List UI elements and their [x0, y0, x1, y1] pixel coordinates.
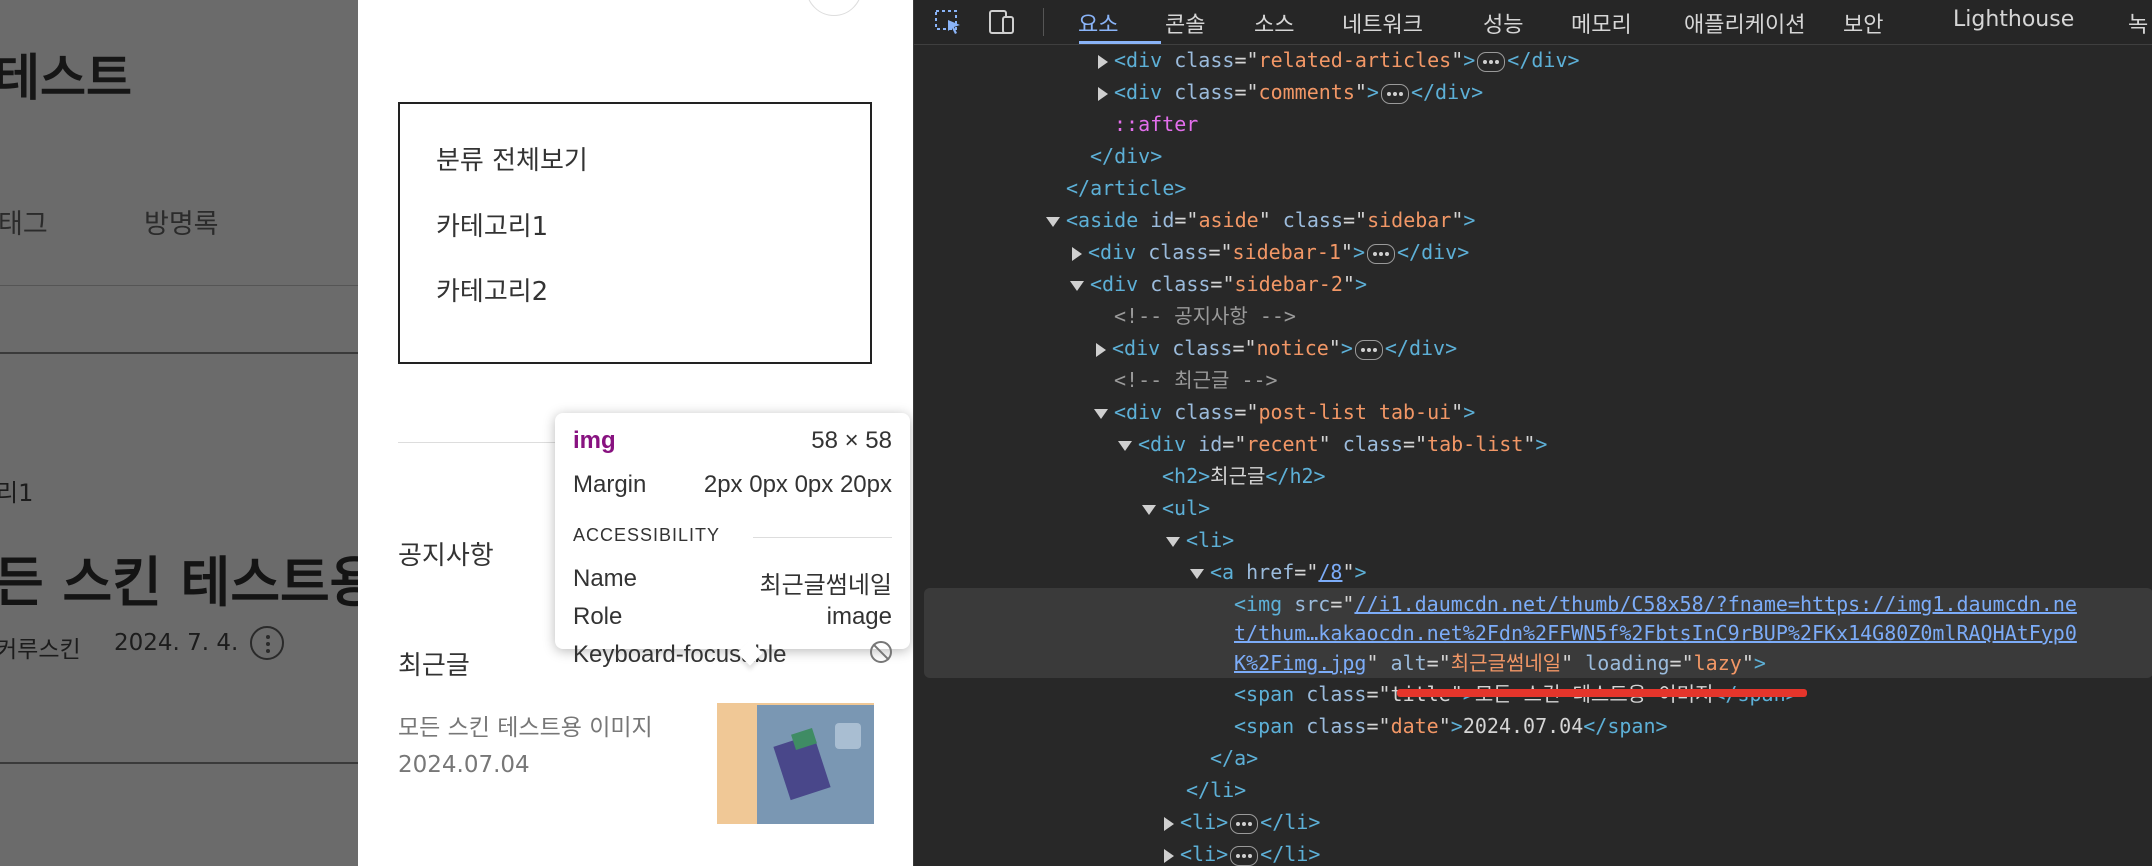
- divider: [0, 762, 358, 764]
- tab-security[interactable]: 보안: [1843, 7, 1883, 39]
- dom-node[interactable]: </div>: [1090, 140, 1162, 172]
- thumbnail-image: [757, 705, 874, 824]
- dom-node[interactable]: <div class="sidebar-1"> </div>: [1072, 236, 1469, 268]
- dom-node[interactable]: <div class="notice"> </div>: [1096, 332, 1457, 364]
- dom-node[interactable]: <div id="recent" class="tab-list">: [1118, 428, 1547, 460]
- not-allowed-icon: [870, 641, 892, 663]
- tooltip-role-value: image: [826, 603, 892, 630]
- notice-label: 공지사항: [398, 541, 494, 571]
- device-toolbar-icon[interactable]: [986, 8, 1016, 36]
- tab-application[interactable]: 애플리케이션: [1684, 7, 1805, 39]
- search-icon[interactable]: [806, 0, 862, 16]
- tab-memory[interactable]: 메모리: [1571, 7, 1632, 39]
- tooltip-name-value: 최근글썸네일: [759, 572, 892, 599]
- category-box: 분류 전체보기 카테고리1 카테고리2: [398, 102, 872, 364]
- dom-node[interactable]: <li>: [1166, 524, 1234, 556]
- tooltip-accessibility-header: ACCESSIBILITY: [573, 525, 721, 545]
- post-date: 2024. 7. 4.: [114, 630, 239, 656]
- dom-node[interactable]: </a>: [1210, 742, 1258, 774]
- category-all[interactable]: 분류 전체보기: [436, 140, 588, 177]
- dom-node[interactable]: <div class="related-articles"> </div>: [1098, 44, 1580, 76]
- category-2[interactable]: 카테고리2: [436, 271, 548, 308]
- dom-node-selected-cont[interactable]: K%2Fimg.jpg" alt="최근글썸네일" loading="lazy"…: [1234, 647, 1766, 679]
- nav-tag[interactable]: 태그: [0, 202, 48, 241]
- dom-node[interactable]: <a href="/8">: [1190, 556, 1367, 588]
- dom-node[interactable]: <aside id="aside" class="sidebar">: [1046, 204, 1475, 236]
- tab-console[interactable]: 콘솔: [1165, 7, 1205, 39]
- divider: [0, 285, 358, 286]
- blog-title: 테스트: [0, 49, 132, 107]
- tooltip-size: 58 × 58: [811, 427, 892, 454]
- category-1[interactable]: 카테고리1: [436, 206, 548, 243]
- tab-performance[interactable]: 성능: [1483, 7, 1523, 39]
- post-author: 커루스킨: [0, 637, 81, 663]
- dom-node[interactable]: ::after: [1114, 108, 1198, 140]
- recent-label: 최근글: [398, 651, 470, 681]
- devtools-tab-bar: 요소 콘솔 소스 네트워크 성능 메모리 애플리케이션 보안 Lighthous…: [914, 0, 2152, 45]
- blog-page-overlay: 테스트 태그 방명록 리1 든 스킨 테스트용 커루스킨 2024. 7. 4.: [0, 0, 358, 866]
- tab-network[interactable]: 네트워크: [1342, 7, 1423, 39]
- dom-node[interactable]: <div class="sidebar-2">: [1070, 268, 1367, 300]
- divider: [753, 537, 892, 538]
- dom-node[interactable]: <div class="post-list tab-ui">: [1094, 396, 1475, 428]
- nav-guestbook[interactable]: 방명록: [144, 202, 219, 241]
- tooltip-margin-value: 2px 0px 0px 20px: [703, 471, 892, 498]
- dom-comment[interactable]: <!-- 공지사항 -->: [1114, 300, 1296, 332]
- annotation-underline: [1397, 689, 1807, 697]
- dom-node[interactable]: </li>: [1186, 774, 1246, 806]
- divider: [398, 442, 568, 443]
- dom-node[interactable]: </article>: [1066, 172, 1186, 204]
- recent-post-thumbnail[interactable]: [717, 703, 874, 824]
- tab-elements[interactable]: 요소: [1078, 7, 1118, 39]
- post-category[interactable]: 리1: [0, 473, 33, 508]
- dom-node[interactable]: <li> </li>: [1164, 806, 1320, 838]
- dom-node[interactable]: <li> </li>: [1164, 838, 1320, 866]
- dom-comment[interactable]: <!-- 최근글 -->: [1114, 364, 1278, 396]
- dom-node[interactable]: <ul>: [1142, 492, 1210, 524]
- dom-node[interactable]: <span class="date">2024.07.04</span>: [1234, 710, 1668, 742]
- dom-node[interactable]: <h2>최근글</h2>: [1162, 460, 1326, 492]
- tooltip-tag: img: [573, 427, 616, 454]
- select-element-icon[interactable]: [934, 8, 964, 36]
- dom-node-selected[interactable]: <img src="//i1.daumcdn.net/thumb/C58x58/…: [1234, 588, 2077, 620]
- recent-post-title[interactable]: 모든 스킨 테스트용 이미지: [398, 708, 653, 742]
- devtools-panel: 요소 콘솔 소스 네트워크 성능 메모리 애플리케이션 보안 Lighthous…: [913, 0, 2152, 866]
- divider: [0, 352, 358, 354]
- recent-post-date: 2024.07.04: [398, 752, 530, 778]
- dom-node[interactable]: <div class="comments"> </div>: [1098, 76, 1483, 108]
- tab-lighthouse[interactable]: Lighthouse: [1953, 7, 2074, 32]
- tooltip-role-label: Role: [573, 603, 623, 630]
- tab-recorder[interactable]: 녹: [2128, 7, 2148, 39]
- tooltip-margin-label: Margin: [573, 471, 647, 498]
- post-title: 든 스킨 테스트용: [0, 551, 358, 614]
- divider: [1043, 8, 1044, 36]
- inspect-tooltip: img 58 × 58 Margin 2px 0px 0px 20px ACCESS…: [555, 413, 910, 668]
- more-options-icon[interactable]: [250, 626, 284, 660]
- tooltip-name-label: Name: [573, 565, 638, 592]
- dom-node-selected-cont[interactable]: t/thum…kakaocdn.net%2Fdn%2FFWN5f%2FbtsIn…: [1234, 617, 2077, 649]
- tab-sources[interactable]: 소스: [1254, 7, 1294, 39]
